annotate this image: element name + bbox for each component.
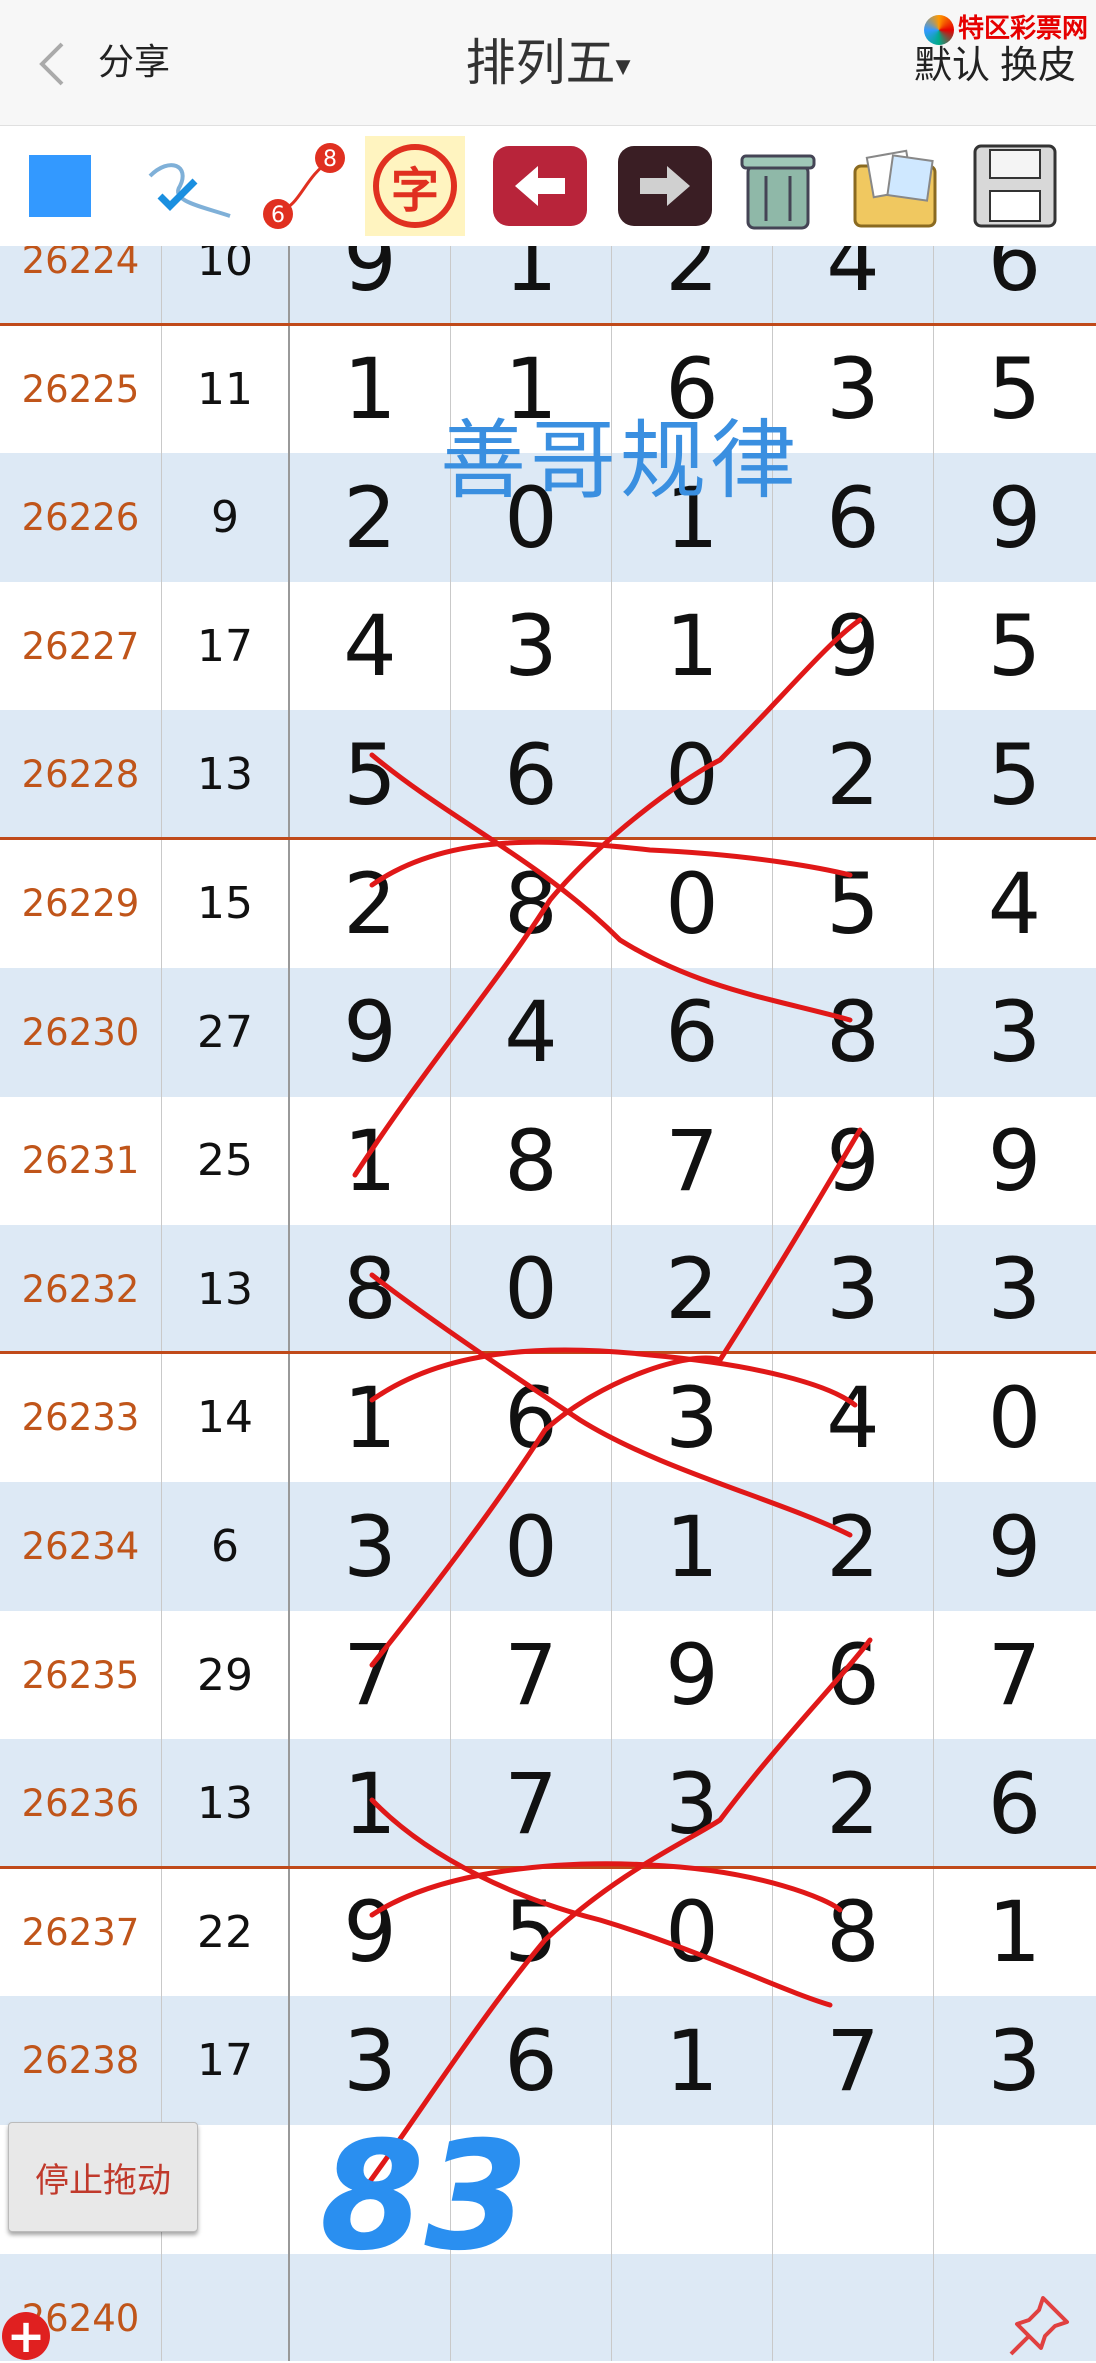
overlay-title-text: 善哥规律 (440, 411, 800, 511)
add-button[interactable]: + (2, 2312, 50, 2360)
hand-drawn-marker-overlay (342, 617, 873, 2218)
stop-drag-button[interactable]: 停止拖动 (8, 2122, 198, 2232)
pin-icon[interactable] (1005, 2290, 1075, 2360)
handwritten-number: 83 (320, 2110, 529, 2284)
